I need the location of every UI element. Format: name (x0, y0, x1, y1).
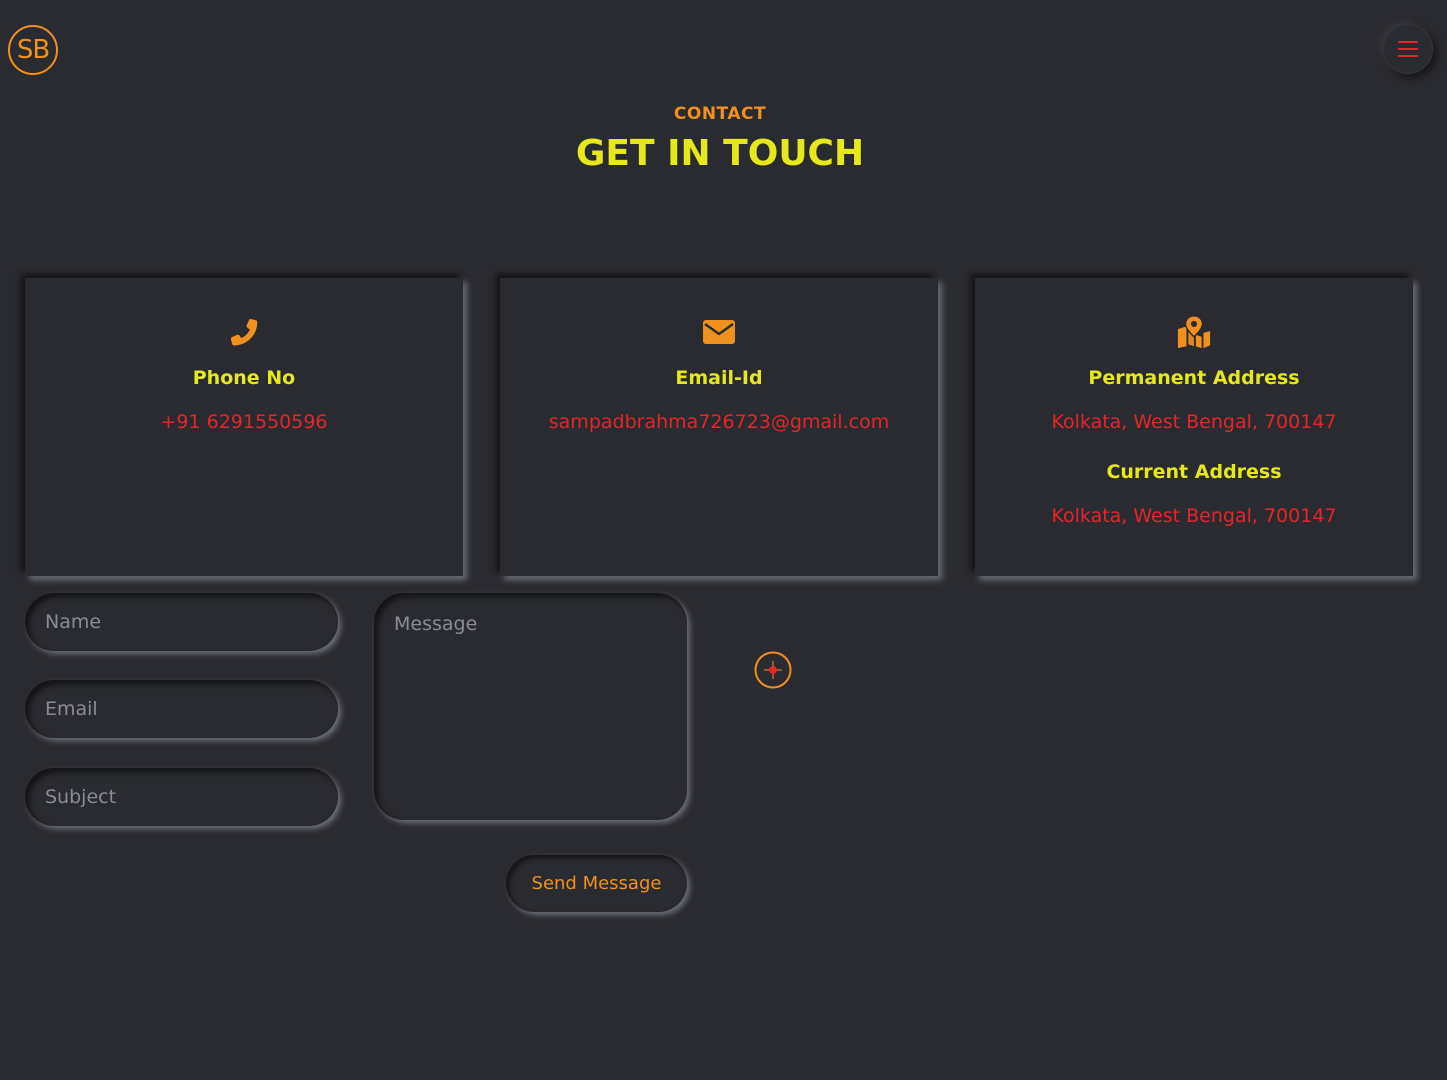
subject-input[interactable]: Subject (25, 768, 338, 826)
section-title: GET IN TOUCH (575, 133, 865, 174)
name-input[interactable]: Name (25, 593, 338, 651)
menu-button[interactable] (1383, 24, 1433, 74)
send-message-label: Send Message (531, 873, 662, 894)
card-title-email: Email-Id (675, 367, 763, 389)
site-logo[interactable]: SB (8, 25, 58, 75)
send-message-button[interactable]: Send Message (506, 855, 687, 912)
current-address: Kolkata, West Bengal, 700147 (1051, 505, 1337, 527)
email-card: Email-Id sampadbrahma726723@gmail.com (500, 278, 938, 576)
card-title-current-address: Current Address (1106, 461, 1282, 483)
card-title-permanent-address: Permanent Address (1088, 367, 1300, 389)
email-address[interactable]: sampadbrahma726723@gmail.com (549, 410, 889, 434)
crosshair-cursor-icon (754, 651, 792, 689)
email-input[interactable]: Email (25, 680, 338, 738)
message-textarea[interactable]: Message (374, 593, 687, 820)
card-title-phone: Phone No (192, 367, 296, 389)
phone-card: Phone No +91 6291550596 (25, 278, 463, 576)
envelope-icon (701, 314, 737, 350)
hamburger-icon (1398, 41, 1418, 57)
phone-number[interactable]: +91 6291550596 (160, 410, 327, 434)
address-card: Permanent Address Kolkata, West Bengal, … (975, 278, 1413, 576)
section-eyebrow: CONTACT (673, 104, 767, 124)
message-placeholder: Message (394, 613, 478, 635)
contact-page: SB CONTACT GET IN TOUCH Phone No +91 629… (0, 0, 1447, 1080)
map-pin-icon (1176, 314, 1212, 350)
logo-text: SB (16, 35, 50, 65)
name-placeholder: Name (45, 611, 102, 633)
subject-placeholder: Subject (45, 786, 117, 808)
email-placeholder: Email (45, 698, 98, 720)
permanent-address: Kolkata, West Bengal, 700147 (1051, 411, 1337, 433)
phone-icon (226, 314, 262, 350)
